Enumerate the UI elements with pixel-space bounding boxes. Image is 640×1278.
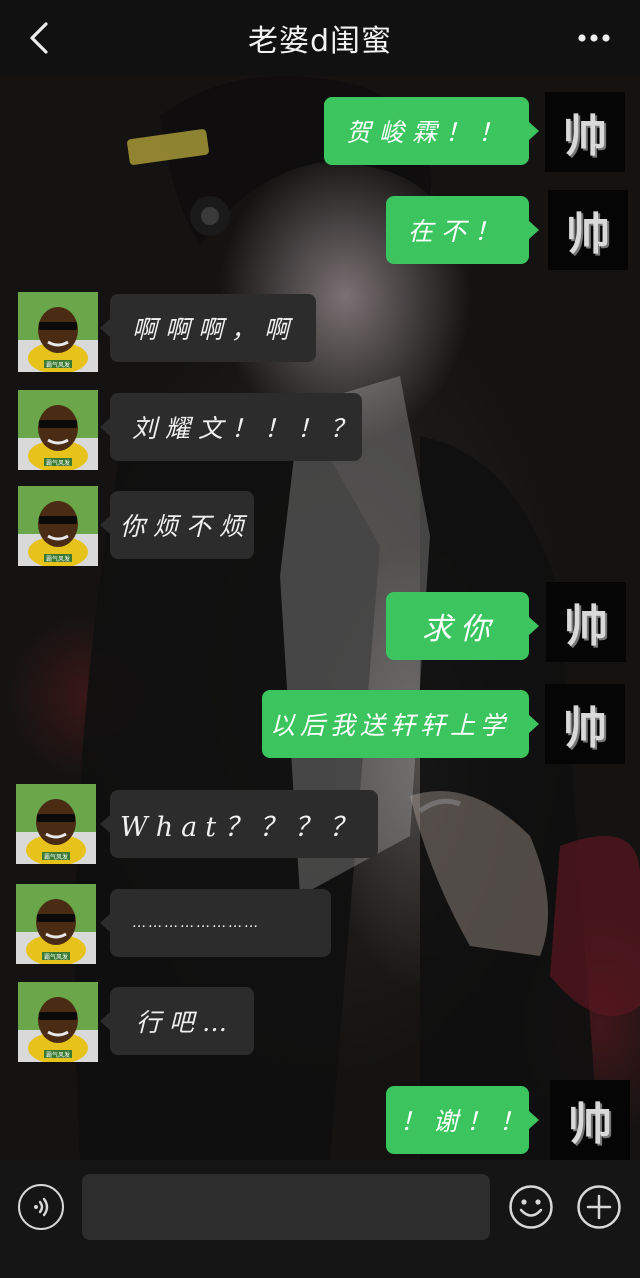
cartoon-sunglasses-man-avatar-icon: 霸气风发 [18, 292, 98, 372]
message-bubble-received[interactable]: What？？？？ [110, 790, 378, 858]
message-text: 行吧… [136, 1008, 236, 1037]
bubble-tail [529, 715, 539, 733]
my-avatar[interactable]: 帅 [545, 92, 625, 172]
my-avatar[interactable]: 帅 [545, 684, 625, 764]
bubble-tail [100, 914, 110, 932]
input-toolbar [0, 1160, 640, 1278]
message-bubble-sent[interactable]: ！谢！！ [386, 1086, 529, 1154]
bubble-tail [100, 418, 110, 436]
message-text: 你烦不烦 [120, 512, 253, 541]
emoji-button[interactable] [508, 1184, 554, 1230]
friend-avatar[interactable]: 霸气风发 [18, 292, 98, 372]
avatar-caption: 霸气风发 [46, 555, 70, 563]
message-text: 刘耀文！！！？ [132, 414, 364, 443]
message-bubble-received[interactable]: 行吧… [110, 987, 254, 1055]
message-text: 在不！ [408, 217, 508, 246]
shuai-character-avatar-icon: 帅 [566, 209, 610, 260]
avatar-caption: 霸气风发 [46, 459, 70, 467]
friend-avatar[interactable]: 霸气风发 [16, 884, 96, 964]
message-text: 求你 [422, 612, 498, 647]
message-bubble-sent[interactable]: 以后我送轩轩上学 [262, 690, 529, 758]
shuai-character-avatar-icon: 帅 [568, 1099, 612, 1150]
friend-avatar[interactable]: 霸气风发 [18, 982, 98, 1062]
chevron-left-icon [30, 22, 48, 54]
my-avatar[interactable]: 帅 [546, 582, 626, 662]
cartoon-sunglasses-man-avatar-icon: 霸气风发 [16, 884, 96, 964]
my-avatar[interactable]: 帅 [550, 1080, 630, 1160]
message-bubble-received[interactable]: …………………… [110, 889, 331, 957]
cartoon-sunglasses-man-avatar-icon: 霸气风发 [18, 390, 98, 470]
message-text: 啊啊啊，啊 [132, 315, 298, 344]
chat-screen: 老婆d闺蜜 贺峻霖！！ 帅 在不！ 帅 霸气风发 啊啊啊，啊 霸气风发 刘耀文！… [0, 0, 640, 1278]
chat-title: 老婆d闺蜜 [247, 24, 393, 59]
emoji-icon [509, 1185, 553, 1229]
bubble-tail [529, 617, 539, 635]
avatar-caption: 霸气风发 [46, 1051, 70, 1059]
plus-icon [577, 1185, 621, 1229]
bubble-tail [100, 1012, 110, 1030]
back-button[interactable] [22, 20, 58, 56]
message-input[interactable] [82, 1174, 490, 1240]
message-text: 以后我送轩轩上学 [270, 711, 511, 740]
cartoon-sunglasses-man-avatar-icon: 霸气风发 [18, 982, 98, 1062]
friend-avatar[interactable]: 霸气风发 [16, 784, 96, 864]
friend-avatar[interactable]: 霸气风发 [18, 390, 98, 470]
shuai-character-avatar-icon: 帅 [563, 703, 607, 754]
more-options-button[interactable] [574, 24, 614, 52]
cartoon-sunglasses-man-avatar-icon: 霸气风发 [18, 486, 98, 566]
cartoon-sunglasses-man-avatar-icon: 霸气风发 [16, 784, 96, 864]
message-bubble-received[interactable]: 啊啊啊，啊 [110, 294, 316, 362]
message-text: What？？？？ [120, 811, 365, 843]
avatar-caption: 霸气风发 [44, 953, 68, 961]
chat-header: 老婆d闺蜜 [0, 0, 640, 76]
message-bubble-sent[interactable]: 在不！ [386, 196, 529, 264]
voice-icon [34, 1197, 49, 1217]
avatar-caption: 霸气风发 [44, 853, 68, 861]
shuai-character-avatar-icon: 帅 [563, 111, 607, 162]
message-bubble-received[interactable]: 你烦不烦 [110, 491, 254, 559]
message-text: ！谢！！ [400, 1107, 533, 1136]
voice-input-button[interactable] [18, 1184, 64, 1230]
more-dots-icon [578, 34, 610, 42]
bubble-tail [529, 122, 539, 140]
message-bubble-received[interactable]: 刘耀文！！！？ [110, 393, 362, 461]
message-bubble-sent[interactable]: 求你 [386, 592, 529, 660]
shuai-character-avatar-icon: 帅 [564, 601, 608, 652]
message-text: 贺峻霖！！ [346, 118, 512, 147]
bubble-tail [100, 516, 110, 534]
more-functions-button[interactable] [576, 1184, 622, 1230]
bubble-tail [100, 319, 110, 337]
message-bubble-sent[interactable]: 贺峻霖！！ [324, 97, 529, 165]
friend-avatar[interactable]: 霸气风发 [18, 486, 98, 566]
bubble-tail [100, 815, 110, 833]
my-avatar[interactable]: 帅 [548, 190, 628, 270]
bubble-tail [529, 221, 539, 239]
avatar-caption: 霸气风发 [46, 361, 70, 369]
message-text: …………………… [132, 915, 260, 931]
bubble-tail [529, 1111, 539, 1129]
